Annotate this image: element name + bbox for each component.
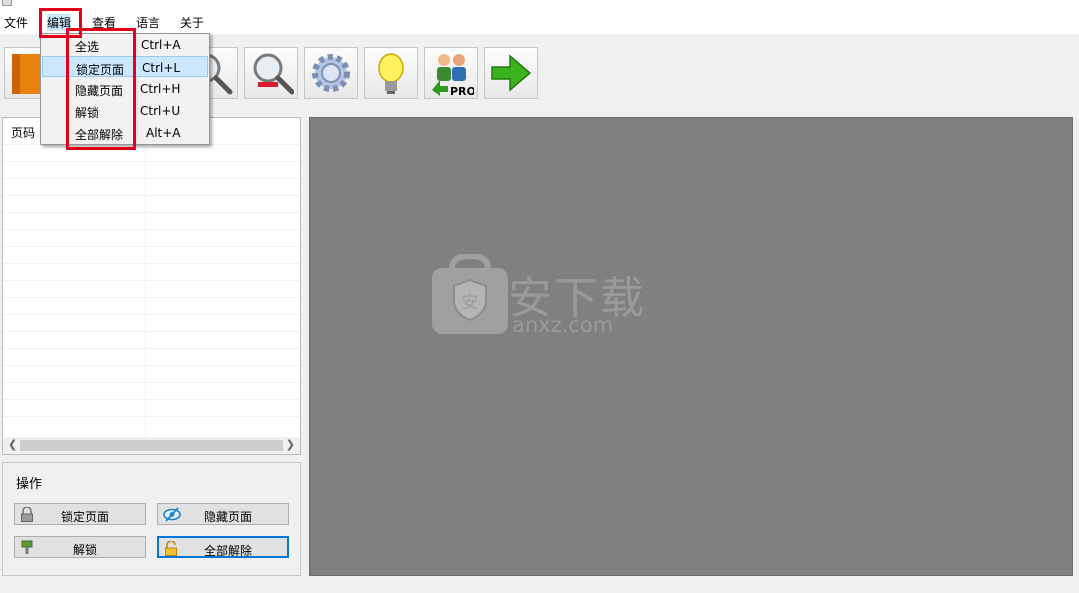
menu-item-label: 全部解除 [75,128,124,142]
list-row [3,280,300,298]
status-bar [0,580,1079,593]
list-row [3,382,300,400]
scrollbar-thumb[interactable] [20,440,283,451]
menu-edit[interactable]: 编辑 [47,14,72,31]
list-row [3,212,300,230]
unlock-label: 解锁 [72,543,97,557]
list-row [3,314,300,332]
list-row [3,365,300,383]
menu-about[interactable]: 关于 [180,14,204,31]
list-row [3,246,300,264]
menu-item-lock-page[interactable]: 锁定页面 Ctrl+L [42,56,208,77]
list-row [3,297,300,315]
menu-item-shortcut: Ctrl+H [140,82,181,96]
menu-item-label: 锁定页面 [76,63,125,77]
zoom-out-icon [253,53,294,95]
horizontal-scrollbar[interactable]: ❮ ❯ [3,437,300,454]
list-row [3,416,300,434]
list-row [3,144,300,162]
edit-menu-dropdown: 全选 Ctrl+A 锁定页面 Ctrl+L 隐藏页面 Ctrl+H 解锁 Ctr… [40,33,210,145]
page-number-column-header[interactable]: 页码 [11,124,35,141]
menu-language[interactable]: 语言 [136,14,160,31]
list-row [3,399,300,417]
arrow-right-icon [491,54,532,92]
page-list[interactable]: 页码 ❮ ❯ [2,117,301,455]
watermark-shield-char: 安 [462,293,479,313]
menu-item-unlock[interactable]: 解锁 Ctrl+U [42,100,208,121]
menu-item-label: 解锁 [75,106,100,120]
unlock-button[interactable]: 解锁 [14,536,146,558]
menu-item-shortcut: Ctrl+A [141,38,181,52]
next-button[interactable] [484,47,538,99]
list-row [3,161,300,179]
operations-panel: 操作 锁定页面 隐藏页面 解锁 全部解除 [2,462,301,576]
list-row [3,348,300,366]
list-row [3,229,300,247]
menu-item-select-all[interactable]: 全选 Ctrl+A [42,34,208,55]
menu-view[interactable]: 查看 [92,14,116,31]
menu-item-hide-page[interactable]: 隐藏页面 Ctrl+H [42,78,208,99]
page-preview-area[interactable]: 安 安下载 anxz.com [309,117,1073,576]
app-icon [2,0,12,6]
list-row [3,178,300,196]
menu-item-remove-all[interactable]: 全部解除 Alt+A [42,122,208,143]
operations-title: 操作 [16,477,43,492]
list-row [3,331,300,349]
list-row [3,195,300,213]
users-pro-icon: PRO [432,54,474,96]
tips-button[interactable] [364,47,418,99]
list-row [3,263,300,281]
menu-item-shortcut: Alt+A [146,126,181,140]
settings-button[interactable] [304,47,358,99]
pro-users-button[interactable]: PRO [424,47,478,99]
remove-all-label: 全部解除 [203,544,252,558]
menu-item-shortcut: Ctrl+U [140,104,181,118]
hide-page-label: 隐藏页面 [203,510,252,524]
pro-badge: PRO [450,85,474,96]
title-bar [0,0,1079,10]
lightbulb-icon [378,53,404,94]
scroll-right-icon[interactable]: ❯ [286,438,295,451]
menu-bar: 文件 编辑 查看 语言 关于 [0,10,1079,34]
settings-gear-icon [312,54,350,92]
remove-all-button[interactable]: 全部解除 [157,536,289,558]
scroll-left-icon[interactable]: ❮ [8,438,17,451]
watermark-domain: anxz.com [512,313,614,337]
zoom-out-button[interactable] [244,47,298,99]
menu-item-label: 全选 [75,40,100,54]
lock-page-label: 锁定页面 [60,510,109,524]
watermark-shield-icon: 安 [432,254,508,334]
menu-item-label: 隐藏页面 [75,84,124,98]
menu-item-shortcut: Ctrl+L [142,61,181,75]
menu-file[interactable]: 文件 [4,14,28,31]
lock-page-button[interactable]: 锁定页面 [14,503,146,525]
hide-page-button[interactable]: 隐藏页面 [157,503,289,525]
